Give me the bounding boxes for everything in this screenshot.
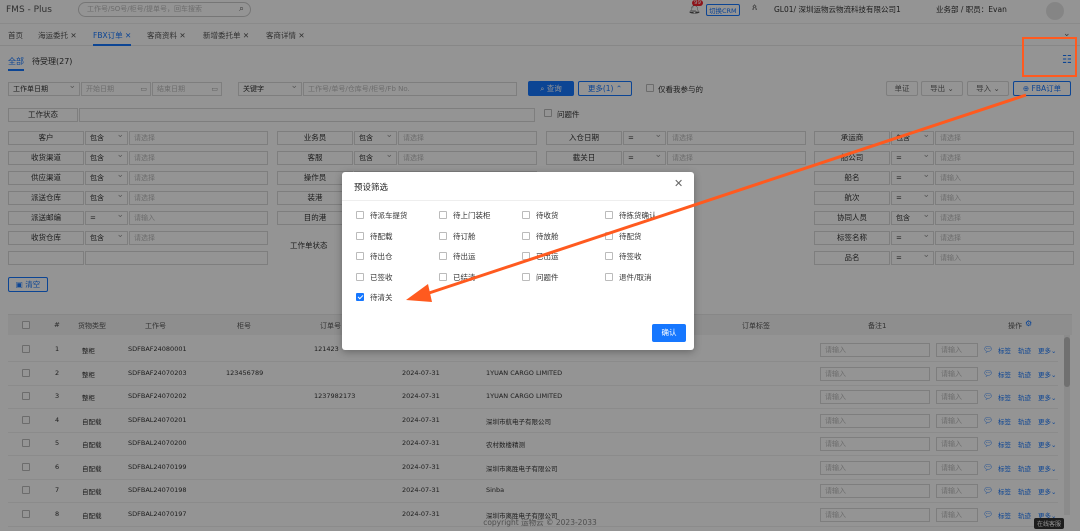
annotation-arrow (406, 93, 1027, 302)
